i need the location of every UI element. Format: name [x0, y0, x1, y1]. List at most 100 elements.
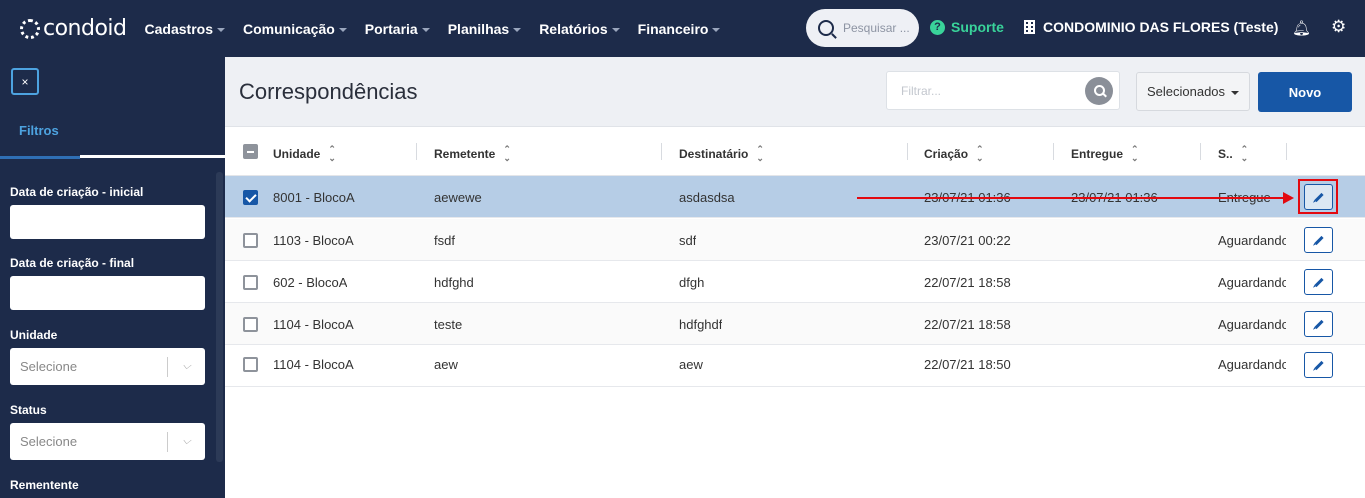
- cell-remetente: hdfghd: [434, 275, 474, 290]
- row-checkbox[interactable]: [243, 357, 258, 372]
- menu-label: Portaria: [364, 20, 418, 37]
- filter-placeholder: Filtrar...: [901, 83, 942, 98]
- page-title: Correspondências: [239, 79, 418, 104]
- menu-portaria[interactable]: Portaria: [365, 21, 430, 37]
- annotation-highlight-box: [1298, 179, 1338, 214]
- filter-input[interactable]: Filtrar...: [886, 71, 1120, 110]
- column-destinatario[interactable]: Destinatário ⌃ ⌄: [679, 145, 764, 163]
- date-start-field[interactable]: [10, 205, 205, 239]
- cell-status: Aguardando: [1218, 357, 1286, 372]
- edit-button[interactable]: [1304, 269, 1333, 295]
- tab-filtros[interactable]: Filtros: [0, 113, 80, 159]
- support-link[interactable]: ? Suporte: [930, 19, 1004, 35]
- chevron-down-icon: [712, 27, 721, 32]
- edit-button[interactable]: [1304, 227, 1333, 253]
- cell-remetente: aewewe: [434, 190, 482, 205]
- cell-destinatario: dfgh: [679, 275, 705, 290]
- menu-relatorios[interactable]: Relatórios: [539, 20, 620, 37]
- table-row[interactable]: 1104 - BlocoA aew aew 22/07/21 18:50 Agu…: [225, 345, 1365, 387]
- annotation-arrow-head: [1283, 192, 1294, 204]
- column-criacao[interactable]: Criação ⌃ ⌄: [924, 145, 984, 163]
- cell-remetente: fsdf: [434, 233, 455, 248]
- search-placeholder: Pesquisar ...: [843, 21, 910, 35]
- chevron-down-icon: [513, 27, 522, 32]
- new-button[interactable]: Novo: [1258, 72, 1352, 112]
- menu-label: Financeiro: [637, 20, 709, 37]
- cell-unidade: 1103 - BlocoA: [273, 233, 354, 248]
- cell-destinatario: aew: [679, 357, 703, 372]
- menu-label: Relatórios: [539, 20, 608, 37]
- table-row[interactable]: 602 - BlocoA hdfghd dfgh 22/07/21 18:58 …: [225, 261, 1365, 303]
- edit-button[interactable]: [1304, 311, 1333, 337]
- annotation-arrow: [857, 197, 1285, 199]
- column-unidade[interactable]: Unidade ⌃ ⌄: [273, 145, 336, 163]
- sidebar-scrollbar[interactable]: [216, 172, 223, 462]
- cell-criacao: 22/07/21 18:58: [924, 275, 1011, 290]
- row-checkbox[interactable]: [243, 317, 258, 332]
- table-row[interactable]: 1103 - BlocoA fsdf sdf 23/07/21 00:22 Ag…: [225, 219, 1365, 261]
- table-header: Unidade ⌃ ⌄ Remetente ⌃ ⌄ Destinatário ⌃ ⌄ Cri…: [225, 127, 1365, 176]
- column-divider: [416, 143, 417, 160]
- close-filters-button[interactable]: ×: [11, 68, 39, 95]
- cell-unidade: 1104 - BlocoA: [273, 357, 354, 372]
- table-row[interactable]: 1104 - BlocoA teste hdfghdf 22/07/21 18:…: [225, 303, 1365, 345]
- cell-criacao: 23/07/21 00:22: [924, 233, 1011, 248]
- selected-label: Selecionados: [1146, 84, 1226, 99]
- unidade-select[interactable]: Selecione ⌵: [10, 348, 205, 385]
- column-label: Remetente: [434, 147, 496, 161]
- unidade-label: Unidade: [10, 328, 58, 342]
- column-label: Destinatário: [679, 147, 749, 161]
- global-search-input[interactable]: Pesquisar ...: [806, 9, 919, 47]
- chevron-down-icon: [1231, 90, 1240, 95]
- cell-unidade: 1104 - BlocoA: [273, 317, 354, 332]
- status-value: Selecione: [20, 434, 78, 449]
- edit-button[interactable]: [1304, 352, 1333, 378]
- remetente-label: Rementente: [10, 478, 79, 492]
- row-checkbox[interactable]: [243, 275, 258, 290]
- menu-financeiro[interactable]: Financeiro: [638, 21, 721, 37]
- cell-destinatario: hdfghdf: [679, 317, 723, 332]
- date-end-label: Data de criação - final: [10, 256, 135, 270]
- cell-unidade: 8001 - BlocoA: [273, 190, 355, 205]
- column-remetente[interactable]: Remetente ⌃ ⌄: [434, 145, 511, 163]
- gear-icon[interactable]: ⚙︎: [1331, 17, 1346, 37]
- column-divider: [907, 143, 908, 160]
- menu-cadastros[interactable]: Cadastros: [145, 21, 225, 37]
- row-checkbox[interactable]: [243, 233, 258, 248]
- row-checkbox[interactable]: [243, 190, 258, 205]
- main-menu: Cadastros Comunicação Portaria Planilhas…: [145, 21, 739, 37]
- column-divider: [1200, 143, 1201, 160]
- pencil-icon: [1313, 277, 1324, 287]
- pencil-icon: [1313, 360, 1324, 370]
- column-label: Criação: [924, 147, 969, 161]
- sort-icon: ⌃ ⌄: [1240, 144, 1249, 163]
- column-label: Unidade: [273, 147, 321, 161]
- pencil-icon: [1313, 235, 1324, 245]
- selected-actions-dropdown[interactable]: Selecionados: [1136, 72, 1250, 111]
- status-select[interactable]: Selecione ⌵: [10, 423, 205, 460]
- select-all-checkbox[interactable]: [243, 144, 258, 159]
- condo-selector[interactable]: CONDOMINIO DAS FLORES (Teste): [1024, 19, 1278, 35]
- cell-status: Aguardando: [1218, 233, 1286, 248]
- top-navbar: condoid Cadastros Comunicação Portaria P…: [0, 0, 1365, 57]
- cell-unidade: 602 - BlocoA: [273, 275, 348, 290]
- close-icon: ×: [21, 74, 29, 89]
- brand-logo[interactable]: condoid: [20, 16, 127, 41]
- tab-divider: [80, 155, 225, 158]
- column-divider: [661, 143, 662, 160]
- column-status[interactable]: S.. ⌃ ⌄: [1218, 145, 1248, 163]
- chevron-down-icon: [216, 27, 225, 32]
- cell-status: Aguardando: [1218, 275, 1286, 290]
- pencil-icon: [1313, 319, 1324, 329]
- column-entregue[interactable]: Entregue ⌃ ⌄: [1071, 145, 1139, 163]
- cell-remetente: aew: [434, 357, 458, 372]
- chevron-down-icon: [611, 27, 620, 32]
- menu-comunicacao[interactable]: Comunicação: [243, 21, 347, 37]
- help-icon: ?: [930, 19, 945, 35]
- column-divider: [1286, 143, 1287, 160]
- sort-icon: ⌃ ⌄: [756, 144, 764, 163]
- search-icon[interactable]: [1085, 76, 1113, 105]
- menu-planilhas[interactable]: Planilhas: [448, 21, 522, 37]
- date-end-field[interactable]: [10, 276, 205, 310]
- bell-icon[interactable]: 🔔︎: [1292, 19, 1311, 37]
